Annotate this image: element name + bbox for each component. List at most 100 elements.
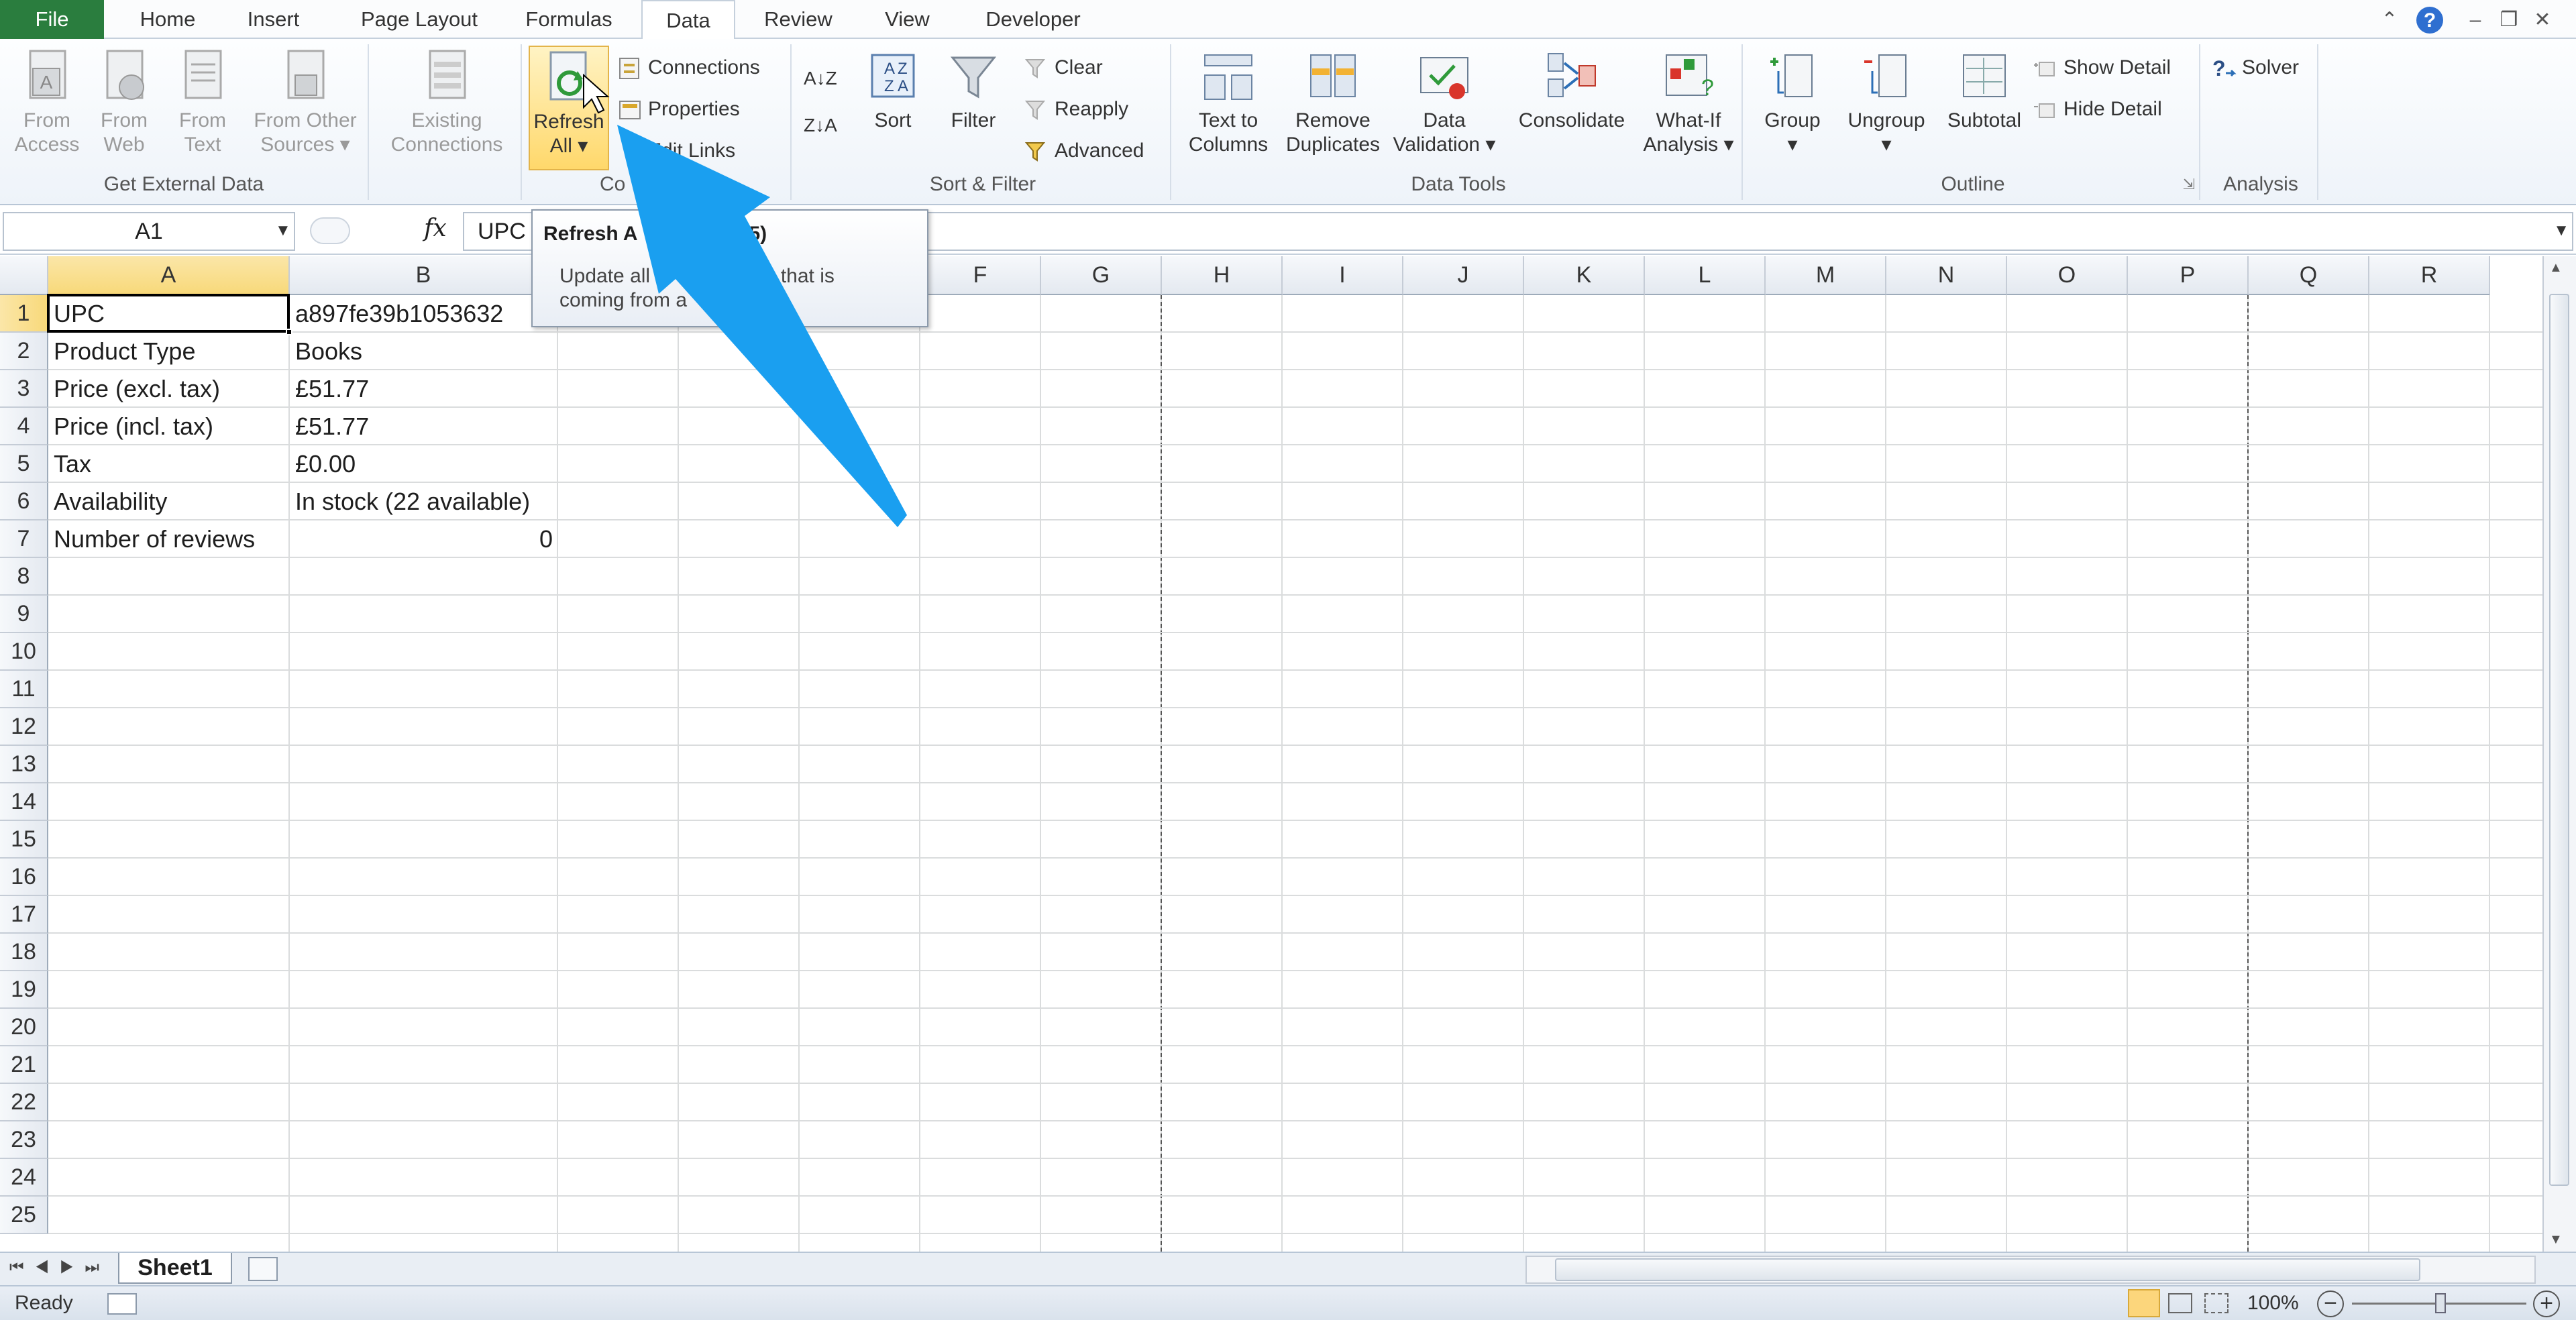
column-header-Q[interactable]: Q (2249, 256, 2369, 295)
cell-A2[interactable]: Product Type (48, 333, 290, 370)
column-header-J[interactable]: J (1403, 256, 1524, 295)
insert-function-icon[interactable]: fx (424, 215, 447, 242)
row-header-10[interactable]: 10 (0, 633, 48, 671)
data-validation-button[interactable]: Data Validation ▾ (1387, 48, 1501, 157)
subtotal-button[interactable]: Subtotal (1937, 48, 2031, 133)
sort-button[interactable]: AZZA Sort (856, 48, 930, 133)
column-header-P[interactable]: P (2128, 256, 2249, 295)
column-header-R[interactable]: R (2369, 256, 2490, 295)
row-header-3[interactable]: 3 (0, 370, 48, 408)
ungroup-button[interactable]: Ungroup ▾ (1839, 48, 1933, 157)
filter-button[interactable]: Filter (936, 48, 1010, 133)
what-if-analysis-button[interactable]: ? What-If Analysis ▾ (1638, 48, 1739, 157)
row-header-18[interactable]: 18 (0, 934, 48, 971)
row-header-23[interactable]: 23 (0, 1121, 48, 1159)
outline-dialog-launcher-icon[interactable]: ⇲ (2183, 176, 2195, 193)
from-text-button[interactable]: From Text (169, 48, 236, 157)
group-button[interactable]: Group ▾ (1752, 48, 1833, 157)
from-access-button[interactable]: A From Access (7, 48, 87, 157)
solver-button[interactable]: ? Solver (2211, 52, 2299, 83)
cell-B4[interactable]: £51.77 (290, 408, 558, 445)
column-header-H[interactable]: H (1162, 256, 1283, 295)
scroll-down-icon[interactable]: ▼ (2549, 1232, 2563, 1248)
tab-insert[interactable]: Insert (235, 0, 312, 39)
row-header-19[interactable]: 19 (0, 971, 48, 1009)
advanced-button[interactable]: Advanced (1024, 135, 1144, 166)
restore-window-icon[interactable]: ❐ (2494, 5, 2524, 35)
macro-record-icon[interactable] (107, 1293, 137, 1315)
minimize-window-icon[interactable]: – (2461, 5, 2490, 35)
tab-file[interactable]: File (0, 0, 104, 39)
tab-home[interactable]: Home (127, 0, 208, 39)
cell-A3[interactable]: Price (excl. tax) (48, 370, 290, 408)
zoom-out-icon[interactable]: − (2317, 1290, 2344, 1317)
row-header-1[interactable]: 1 (0, 295, 48, 333)
properties-button[interactable]: Properties (617, 94, 740, 125)
normal-view-icon[interactable] (2128, 1289, 2160, 1317)
page-break-preview-icon[interactable] (2204, 1293, 2229, 1313)
row-header-6[interactable]: 6 (0, 483, 48, 520)
vertical-scrollbar[interactable]: ▲ ▼ (2542, 256, 2576, 1252)
sort-a-to-z-button[interactable]: A↓Z (804, 63, 837, 94)
expand-formula-bar-icon[interactable]: ▼ (2553, 221, 2569, 240)
cell-A6[interactable]: Availability (48, 483, 290, 520)
horizontal-scroll-thumb[interactable] (1555, 1258, 2420, 1281)
column-header-B[interactable]: B (290, 256, 558, 295)
sheet-tab-sheet1[interactable]: Sheet1 (118, 1253, 232, 1284)
tab-view[interactable]: View (872, 0, 943, 39)
reapply-button[interactable]: Reapply (1024, 94, 1128, 125)
remove-duplicates-button[interactable]: Remove Duplicates (1283, 48, 1383, 157)
column-header-A[interactable]: A (48, 256, 290, 295)
tab-data[interactable]: Data (641, 0, 735, 40)
zoom-slider-thumb[interactable] (2435, 1293, 2446, 1313)
page-layout-view-icon[interactable] (2168, 1293, 2192, 1313)
row-header-17[interactable]: 17 (0, 896, 48, 934)
cell-B7[interactable]: 0 (290, 520, 558, 558)
row-header-8[interactable]: 8 (0, 558, 48, 596)
column-header-I[interactable]: I (1283, 256, 1403, 295)
row-header-11[interactable]: 11 (0, 671, 48, 708)
tab-review[interactable]: Review (758, 0, 839, 39)
horizontal-scrollbar[interactable] (1525, 1256, 2536, 1284)
worksheet-grid[interactable]: ABCDEFGHIJKLMNOPQR1234567891011121314151… (0, 256, 2542, 1252)
row-header-2[interactable]: 2 (0, 333, 48, 370)
consolidate-button[interactable]: Consolidate (1508, 48, 1635, 133)
column-header-L[interactable]: L (1645, 256, 1766, 295)
existing-connections-button[interactable]: Existing Connections (380, 48, 514, 157)
column-header-N[interactable]: N (1886, 256, 2007, 295)
row-header-14[interactable]: 14 (0, 783, 48, 821)
cell-B5[interactable]: £0.00 (290, 445, 558, 483)
insert-worksheet-icon[interactable] (248, 1257, 278, 1281)
clear-button[interactable]: Clear (1024, 52, 1103, 83)
sort-z-to-a-button[interactable]: Z↓A (804, 110, 837, 141)
cell-B6[interactable]: In stock (22 available) (290, 483, 558, 520)
refresh-all-button[interactable]: Refresh All ▾ (529, 46, 609, 170)
cell-A5[interactable]: Tax (48, 445, 290, 483)
vertical-scroll-thumb[interactable] (2549, 294, 2569, 1186)
row-header-25[interactable]: 25 (0, 1197, 48, 1234)
column-header-G[interactable]: G (1041, 256, 1162, 295)
column-header-O[interactable]: O (2007, 256, 2128, 295)
hide-detail-button[interactable]: Hide Detail (2033, 94, 2162, 125)
from-other-sources-button[interactable]: From Other Sources ▾ (245, 48, 366, 157)
show-detail-button[interactable]: Show Detail (2033, 52, 2171, 83)
row-header-7[interactable]: 7 (0, 520, 48, 558)
row-header-4[interactable]: 4 (0, 408, 48, 445)
row-header-12[interactable]: 12 (0, 708, 48, 746)
help-icon[interactable]: ? (2415, 5, 2445, 35)
sheet-navigation-icons[interactable]: ⏮◀▶⏭ (9, 1258, 110, 1277)
text-to-columns-button[interactable]: Text to Columns (1178, 48, 1279, 157)
minimize-ribbon-icon[interactable]: ⌃ (2375, 5, 2404, 35)
tab-developer[interactable]: Developer (973, 0, 1093, 39)
name-box-dropdown-icon[interactable]: ▼ (275, 221, 291, 240)
row-header-15[interactable]: 15 (0, 821, 48, 859)
cell-A7[interactable]: Number of reviews (48, 520, 290, 558)
row-header-22[interactable]: 22 (0, 1084, 48, 1121)
name-box[interactable]: A1 (3, 212, 295, 251)
row-header-24[interactable]: 24 (0, 1159, 48, 1197)
row-header-16[interactable]: 16 (0, 859, 48, 896)
cell-B1[interactable]: a897fe39b1053632 (290, 295, 558, 333)
formula-bar-expand-handle[interactable] (310, 217, 350, 244)
edit-links-button[interactable]: Edit Links (617, 135, 735, 166)
fill-handle[interactable] (286, 329, 292, 335)
